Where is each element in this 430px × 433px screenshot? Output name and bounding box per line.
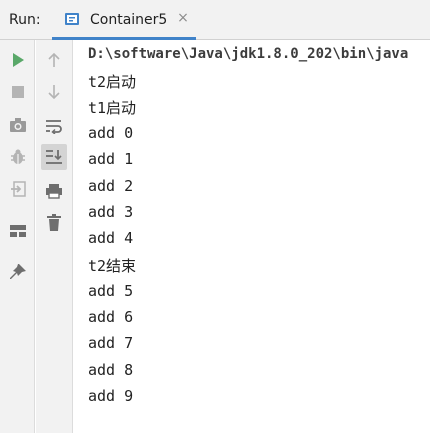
trash-icon[interactable] <box>43 212 65 234</box>
scroll-to-end-icon[interactable] <box>41 144 67 170</box>
tab-container5[interactable]: Container5 × <box>52 0 196 40</box>
debug-bug-icon[interactable] <box>7 146 29 168</box>
down-arrow-icon[interactable] <box>43 81 65 103</box>
java-class-icon <box>64 11 82 27</box>
console-line: add 9 <box>88 387 134 405</box>
soft-wrap-icon[interactable] <box>43 115 65 137</box>
run-label: Run: <box>9 12 41 28</box>
tab-title: Container5 <box>90 12 168 28</box>
console-line: add 3 <box>88 203 134 221</box>
close-icon[interactable]: × <box>176 11 190 25</box>
console-line: add 5 <box>88 282 134 300</box>
console-line: add 7 <box>88 334 134 352</box>
print-icon[interactable] <box>43 180 65 202</box>
console-command-line: D:\software\Java\jdk1.8.0_202\bin\java <box>88 46 409 62</box>
console-line: add 0 <box>88 124 134 142</box>
console-toolbar <box>36 40 73 433</box>
stop-icon[interactable] <box>7 81 29 103</box>
console-line: add 2 <box>88 177 134 195</box>
console-line: add 1 <box>88 150 134 168</box>
console-line: t1启动 <box>88 99 137 117</box>
up-arrow-icon[interactable] <box>43 49 65 71</box>
console-output[interactable]: D:\software\Java\jdk1.8.0_202\bin\java t… <box>74 40 430 433</box>
console-line: add 6 <box>88 308 134 326</box>
camera-icon[interactable] <box>7 114 29 136</box>
console-line: add 8 <box>88 361 134 379</box>
pin-icon[interactable] <box>7 261 29 283</box>
console-line: add 4 <box>88 229 134 247</box>
left-toolbar <box>0 40 35 433</box>
layout-icon[interactable] <box>7 220 29 242</box>
exit-icon[interactable] <box>7 178 29 200</box>
rerun-icon[interactable] <box>7 49 29 71</box>
console-line: t2启动 <box>88 73 137 91</box>
run-toolwindow-header: Run: Container5 × <box>0 0 430 40</box>
console-line: t2结束 <box>88 257 137 275</box>
